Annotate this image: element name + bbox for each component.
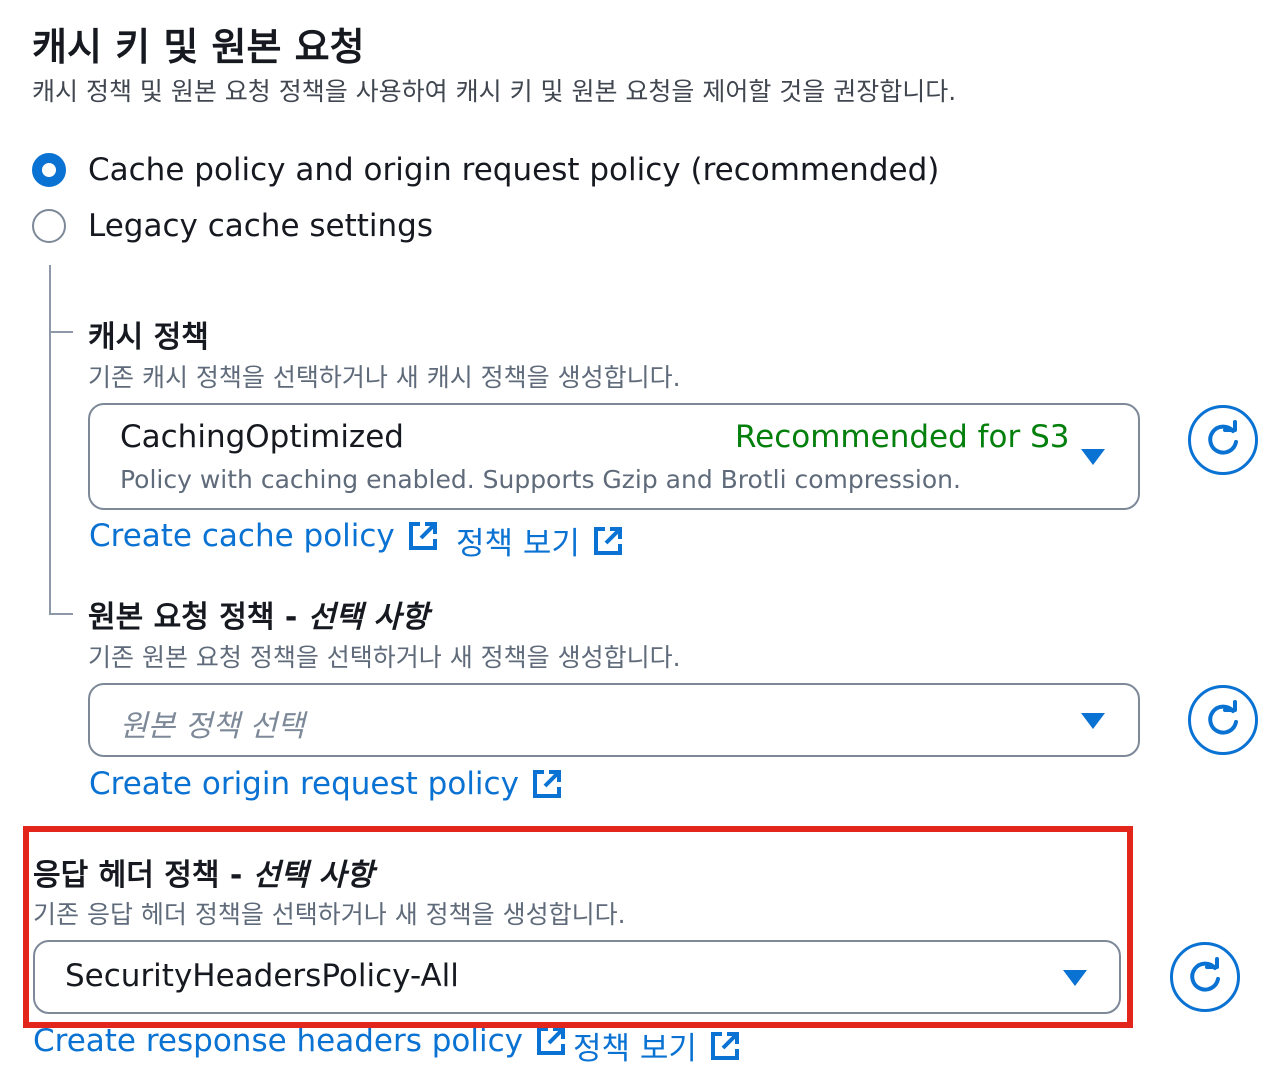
radio-cache-policy[interactable]: Cache policy and origin request policy (… [32,150,939,190]
cache-policy-label: 캐시 정책 [88,320,209,355]
highlight-annotation-box [23,826,1133,1028]
cache-policy-description: 기존 캐시 정책을 선택하거나 새 캐시 정책을 생성합니다. [88,363,681,392]
radio-label-cache-policy: Cache policy and origin request policy (… [88,152,940,188]
cache-policy-selected-description: Policy with caching enabled. Supports Gz… [120,465,961,494]
radio-checked-icon[interactable] [32,153,66,187]
external-link-icon [537,1027,565,1055]
tree-connector-tick [49,331,73,333]
create-response-headers-policy-label: Create response headers policy [33,1023,523,1059]
view-cache-policy-label: 정책 보기 [456,526,580,562]
view-response-headers-policy-label: 정책 보기 [573,1031,697,1067]
external-link-icon [593,526,622,555]
origin-policy-placeholder: 원본 정책 선택 [120,709,305,744]
optional-label: 선택 사항 [307,600,429,635]
radio-unchecked-icon[interactable] [32,209,66,243]
origin-request-policy-label-text: 원본 요청 정책 - [88,600,308,635]
view-response-headers-policy-link[interactable]: 정책 보기 [573,1023,741,1068]
cache-policy-selected-name: CachingOptimized [120,419,404,455]
refresh-icon [1190,957,1220,992]
origin-request-policy-description: 기존 원본 요청 정책을 선택하거나 새 정책을 생성합니다. [88,643,681,672]
refresh-icon [1208,420,1238,455]
refresh-cache-policy-button[interactable] [1188,405,1258,475]
refresh-origin-policy-button[interactable] [1188,685,1258,755]
caret-down-icon [1081,713,1105,729]
external-link-icon [710,1031,739,1060]
create-cache-policy-link[interactable]: Create cache policy [89,518,439,554]
refresh-response-headers-button[interactable] [1170,942,1240,1012]
origin-request-policy-label: 원본 요청 정책 - 선택 사항 [88,592,429,636]
radio-label-legacy: Legacy cache settings [88,208,433,244]
radio-legacy-cache[interactable]: Legacy cache settings [32,206,433,246]
section-title: 캐시 키 및 원본 요청 [32,25,365,69]
recommended-tag: Recommended for S3 [735,419,1070,455]
external-link-icon [408,522,437,550]
tree-connector-line [49,265,51,615]
view-cache-policy-link[interactable]: 정책 보기 [456,518,624,563]
refresh-icon [1208,700,1238,735]
cache-policy-select[interactable]: CachingOptimized Recommended for S3 Poli… [88,403,1140,510]
caret-down-icon [1081,449,1105,465]
section-description: 캐시 정책 및 원본 요청 정책을 사용하여 캐시 키 및 원본 요청을 제어할… [32,77,957,106]
tree-connector-tick [49,613,73,615]
create-cache-policy-label: Create cache policy [89,518,395,554]
create-response-headers-policy-link[interactable]: Create response headers policy [33,1023,567,1059]
create-origin-request-policy-link[interactable]: Create origin request policy [89,766,563,802]
external-link-icon [532,770,561,798]
origin-request-policy-select[interactable]: 원본 정책 선택 [88,683,1140,757]
create-origin-request-policy-label: Create origin request policy [89,766,519,802]
